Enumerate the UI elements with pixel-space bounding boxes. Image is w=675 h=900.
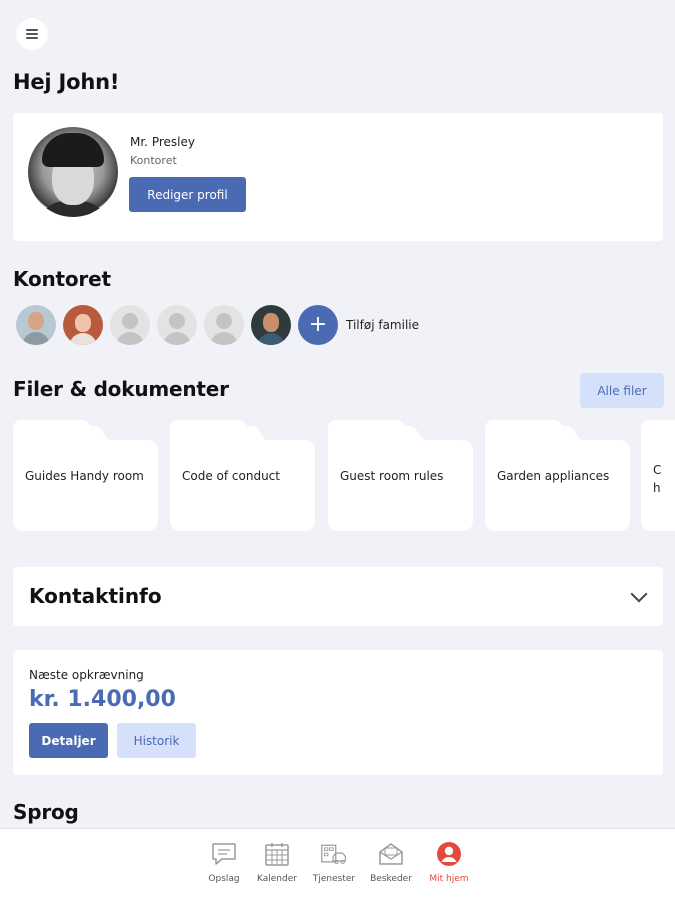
- user-circle-icon: [435, 841, 463, 867]
- add-family-button[interactable]: +: [298, 305, 338, 345]
- nav-item-opslag[interactable]: Opslag: [198, 841, 250, 884]
- hamburger-icon: [26, 29, 38, 39]
- folder-card[interactable]: Code of conduct: [170, 420, 315, 531]
- member-avatar[interactable]: [16, 305, 56, 345]
- folder-label: Garden appliances: [497, 469, 610, 483]
- next-charge-label: Næste opkrævning: [29, 668, 144, 682]
- contact-info-title: Kontaktinfo: [29, 584, 162, 608]
- chevron-down-icon[interactable]: [630, 585, 648, 603]
- edit-profile-button[interactable]: Rediger profil: [129, 177, 246, 212]
- folder-label: Code of conduct: [182, 469, 280, 483]
- folder-card[interactable]: Guides Handy room: [13, 420, 158, 531]
- calendar-icon: [263, 841, 291, 867]
- folder-label: Guest room rules: [340, 469, 444, 483]
- nav-label: Beskeder: [370, 874, 412, 884]
- nav-item-mit-hjem[interactable]: Mit hjem: [423, 841, 475, 884]
- household-title: Kontoret: [13, 267, 111, 291]
- folder-card[interactable]: Guest room rules: [328, 420, 473, 531]
- nav-label: Mit hjem: [429, 874, 469, 884]
- files-title: Filer & dokumenter: [13, 377, 229, 401]
- chat-bubble-icon: [210, 841, 238, 867]
- services-icon: [320, 841, 348, 867]
- plus-icon: +: [308, 312, 328, 337]
- language-title: Sprog: [13, 800, 79, 824]
- envelope-icon: [377, 841, 405, 867]
- profile-avatar: [28, 127, 118, 217]
- contact-info-card[interactable]: Kontaktinfo: [13, 567, 663, 626]
- add-family-label[interactable]: Tilføj familie: [346, 318, 419, 332]
- billing-card: Næste opkrævning kr. 1.400,00 Detaljer H…: [13, 650, 663, 775]
- nav-label: Opslag: [208, 874, 240, 884]
- nav-item-kalender[interactable]: Kalender: [251, 841, 303, 884]
- profile-group: Kontoret: [130, 154, 177, 167]
- folder-card[interactable]: C h: [641, 420, 675, 531]
- profile-card: Mr. Presley Kontoret Rediger profil: [13, 113, 663, 241]
- details-button[interactable]: Detaljer: [29, 723, 108, 758]
- nav-item-beskeder[interactable]: Beskeder: [365, 841, 417, 884]
- nav-label: Kalender: [257, 874, 297, 884]
- member-avatar-placeholder[interactable]: [204, 305, 244, 345]
- next-charge-amount: kr. 1.400,00: [29, 687, 176, 712]
- nav-item-tjenester[interactable]: Tjenester: [308, 841, 360, 884]
- nav-label: Tjenester: [312, 874, 356, 884]
- member-avatar-placeholder[interactable]: [157, 305, 197, 345]
- profile-name: Mr. Presley: [130, 135, 195, 149]
- household-members: + Tilføj familie: [16, 305, 419, 345]
- folder-card[interactable]: Garden appliances: [485, 420, 630, 531]
- folder-label: C h: [653, 463, 662, 495]
- history-button[interactable]: Historik: [117, 723, 196, 758]
- menu-button[interactable]: [16, 18, 48, 50]
- member-avatar[interactable]: [63, 305, 103, 345]
- member-avatar-placeholder[interactable]: [110, 305, 150, 345]
- all-files-button[interactable]: Alle filer: [580, 373, 664, 408]
- bottom-navigation: Opslag Kalender Tjenester Beskeder Mit h…: [0, 828, 675, 900]
- member-avatar[interactable]: [251, 305, 291, 345]
- folder-label: Guides Handy room: [25, 469, 144, 483]
- greeting-title: Hej John!: [13, 70, 120, 94]
